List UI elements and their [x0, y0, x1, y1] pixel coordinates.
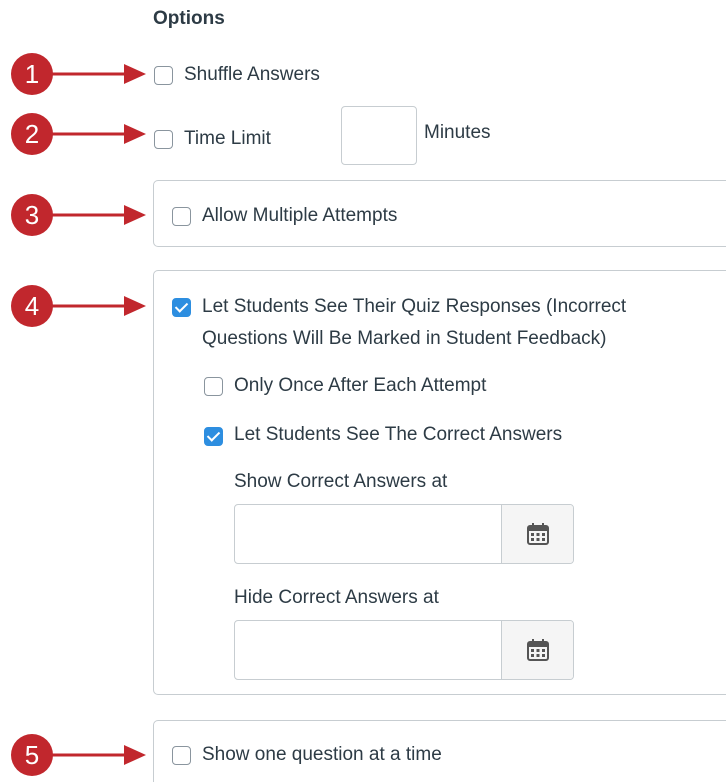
time-limit-label: Time Limit: [184, 128, 271, 149]
callout-number: 3: [24, 200, 40, 230]
arrow-right-icon: [52, 124, 146, 144]
see-correct-answers-checkbox[interactable]: [204, 427, 223, 446]
show-correct-answers-date-group: [234, 504, 574, 564]
see-quiz-responses-label-line2: Questions Will Be Marked in Student Feed…: [202, 328, 607, 349]
callout-number: 1: [24, 59, 40, 89]
hide-correct-answers-at-label: Hide Correct Answers at: [234, 587, 439, 608]
quiz-options-panel: Options 1 Shuffle Answers 2 Time Limit M…: [0, 0, 726, 782]
one-question-checkbox[interactable]: [172, 746, 191, 765]
arrow-right-icon: [52, 745, 146, 765]
one-question-label: Show one question at a time: [202, 744, 442, 765]
allow-multiple-attempts-checkbox[interactable]: [172, 207, 191, 226]
minutes-unit-label: Minutes: [424, 122, 491, 143]
arrow-right-icon: [52, 296, 146, 316]
only-once-checkbox[interactable]: [204, 377, 223, 396]
show-date-picker-button[interactable]: [501, 505, 573, 563]
callout-marker-4: 4: [10, 284, 54, 328]
shuffle-answers-checkbox[interactable]: [154, 66, 173, 85]
callout-number: 5: [24, 740, 40, 770]
shuffle-answers-label: Shuffle Answers: [184, 64, 320, 85]
only-once-label: Only Once After Each Attempt: [234, 375, 487, 396]
show-correct-answers-date-input[interactable]: [235, 505, 502, 563]
hide-date-picker-button[interactable]: [501, 621, 573, 679]
arrow-right-icon: [52, 205, 146, 225]
arrow-right-icon: [52, 64, 146, 84]
show-correct-answers-at-label: Show Correct Answers at: [234, 471, 448, 492]
calendar-icon: [527, 639, 549, 661]
callout-number: 2: [24, 119, 40, 149]
callout-marker-5: 5: [10, 733, 54, 777]
see-quiz-responses-label-line1: Let Students See Their Quiz Responses (I…: [202, 296, 627, 317]
calendar-icon: [527, 523, 549, 545]
callout-marker-3: 3: [10, 193, 54, 237]
hide-correct-answers-date-group: [234, 620, 574, 680]
section-title: Options: [153, 8, 225, 29]
see-correct-answers-label: Let Students See The Correct Answers: [234, 424, 563, 445]
callout-number: 4: [24, 291, 40, 321]
time-limit-checkbox[interactable]: [154, 130, 173, 149]
callout-marker-2: 2: [10, 112, 54, 156]
hide-correct-answers-date-input[interactable]: [235, 621, 502, 679]
callout-marker-1: 1: [10, 52, 54, 96]
allow-multiple-attempts-label: Allow Multiple Attempts: [202, 205, 398, 226]
time-limit-minutes-input[interactable]: [341, 106, 417, 165]
see-quiz-responses-checkbox[interactable]: [172, 298, 191, 317]
